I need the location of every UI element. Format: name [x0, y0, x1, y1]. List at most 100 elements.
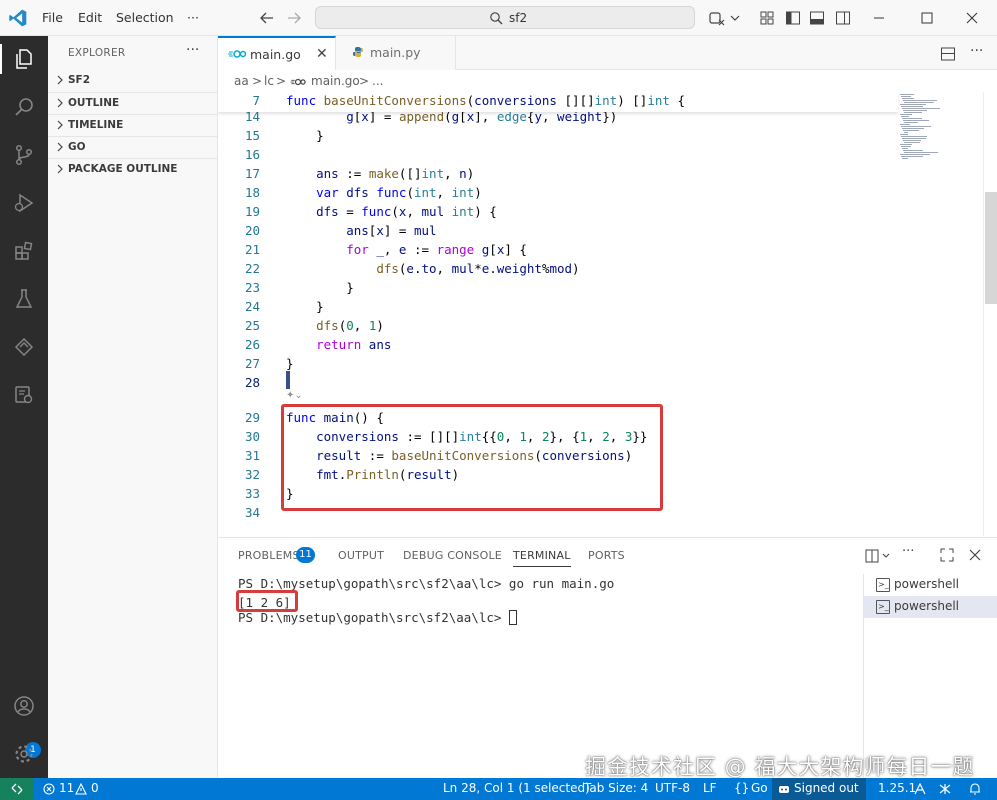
copilot-icon[interactable]	[938, 783, 952, 795]
menu-edit[interactable]: Edit	[78, 10, 102, 25]
editor-more-actions[interactable]: ···	[970, 43, 983, 59]
code-line[interactable]: }	[286, 299, 324, 314]
command-center-search[interactable]: sf2	[315, 6, 695, 29]
sidebar-section-outline[interactable]: OUTLINE	[48, 92, 218, 114]
split-terminal-icon[interactable]	[865, 549, 879, 563]
account-status[interactable]: Signed out	[772, 778, 866, 800]
terminal-list-item[interactable]: >_ powershell	[864, 574, 997, 596]
docker-icon[interactable]	[12, 383, 36, 407]
breadcrumb-separator: >	[252, 74, 263, 88]
sidebar-section-sf2[interactable]: SF2	[48, 70, 218, 92]
code-line[interactable]: ans[x] = mul	[286, 223, 436, 238]
toggle-panel-icon[interactable]	[808, 9, 826, 27]
cursor-position[interactable]: Ln 28, Col 1 (1 selected)	[443, 781, 590, 795]
breadcrumb-item[interactable]: ...	[372, 74, 383, 88]
menu-more[interactable]: ···	[187, 10, 199, 25]
sticky-scroll-header[interactable]: 7 func baseUnitConversions(conversions […	[218, 92, 898, 112]
end-of-line[interactable]: LF	[703, 781, 717, 795]
notifications-bell-icon[interactable]	[968, 782, 982, 796]
panel-more-actions[interactable]: ···	[902, 544, 914, 559]
settings-gear-icon[interactable]	[12, 742, 36, 766]
chevron-right-icon	[57, 120, 63, 130]
menu-file[interactable]: File	[42, 10, 63, 25]
chevron-down-icon[interactable]	[726, 9, 744, 27]
code-line[interactable]: ans := make([]int, n)	[286, 166, 474, 181]
warning-count[interactable]: 0	[91, 781, 99, 795]
scrollbar-thumb[interactable]	[985, 192, 997, 304]
panel-tab-terminal[interactable]: TERMINAL	[513, 549, 571, 567]
forward-arrow-icon[interactable]	[285, 9, 303, 27]
code-line[interactable]: for _, e := range g[x] {	[286, 242, 527, 257]
menu-selection[interactable]: Selection	[116, 10, 174, 25]
extensions-icon[interactable]	[12, 239, 36, 263]
language-braces-icon[interactable]: {}	[734, 781, 749, 795]
remote-indicator[interactable]	[0, 778, 34, 800]
language-mode[interactable]: Go	[751, 781, 768, 795]
go-update-icon[interactable]	[914, 783, 926, 795]
split-editor-icon[interactable]	[940, 46, 956, 62]
editor-vertical-scrollbar[interactable]	[983, 92, 997, 536]
tab-close-icon[interactable]: ✕	[316, 46, 328, 62]
encoding[interactable]: UTF-8	[655, 781, 690, 795]
code-editor[interactable]: 14 g[x] = append(g[x], edge{y, weight}) 1…	[218, 92, 997, 536]
maximize-icon[interactable]	[918, 9, 936, 27]
code-line[interactable]: }	[286, 356, 294, 371]
breadcrumb-item[interactable]: lc	[264, 74, 274, 88]
code-line[interactable]: dfs = func(x, mul int) {	[286, 204, 497, 219]
source-control-icon[interactable]	[12, 143, 36, 167]
terminal-list-item-selected[interactable]: >_ powershell	[864, 596, 997, 618]
sidebar-section-timeline[interactable]: TIMELINE	[48, 114, 218, 136]
remote-explorer-icon[interactable]	[12, 335, 36, 359]
line-number: 15	[244, 128, 260, 143]
panel-tab-output[interactable]: OUTPUT	[338, 549, 384, 562]
code-line[interactable]: dfs(e.to, mul*e.weight%mod)	[286, 261, 579, 276]
panel-tab-problems[interactable]: PROBLEMS	[238, 549, 300, 562]
back-arrow-icon[interactable]	[258, 9, 276, 27]
close-window-icon[interactable]	[963, 9, 981, 27]
close-panel-icon[interactable]	[968, 548, 982, 562]
tab-main-go[interactable]: main.go ✕	[218, 36, 336, 70]
account-icon[interactable]	[12, 694, 36, 718]
code-action-lightbulb-icon[interactable]: ✦⌄	[286, 390, 303, 401]
customize-layout-icon[interactable]	[758, 9, 776, 27]
sidebar-more-actions[interactable]: ···	[186, 42, 199, 58]
sidebar-section-package-outline[interactable]: PACKAGE OUTLINE	[48, 158, 218, 180]
minimap[interactable]	[898, 92, 983, 536]
account-label: Signed out	[794, 781, 859, 795]
code-line[interactable]: var dfs func(int, int)	[286, 185, 482, 200]
warning-icon[interactable]	[75, 783, 87, 795]
copilot-icon[interactable]	[708, 9, 726, 27]
tab-size[interactable]: Tab Size: 4	[584, 781, 648, 795]
testing-flask-icon[interactable]	[12, 287, 36, 311]
code-line[interactable]: }	[286, 128, 324, 143]
code-line[interactable]: }	[286, 280, 354, 295]
breadcrumb-item[interactable]: main.go	[311, 74, 360, 88]
minimap-line	[903, 150, 923, 151]
breadcrumb: aa > lc > main.go > ...	[218, 70, 997, 92]
tab-main-py[interactable]: main.py	[336, 36, 456, 70]
code-line[interactable]: dfs(0, 1)	[286, 318, 384, 333]
section-label: PACKAGE OUTLINE	[68, 163, 178, 175]
minimap-line	[901, 106, 923, 107]
terminal-prompt-line[interactable]: PS D:\mysetup\gopath\src\sf2\aa\lc>	[238, 610, 517, 625]
line-number: 25	[244, 318, 260, 333]
minimap-line	[900, 94, 914, 95]
sidebar-section-go[interactable]: GO	[48, 136, 218, 158]
error-icon[interactable]	[43, 783, 55, 795]
toggle-primary-sidebar-icon[interactable]	[784, 9, 802, 27]
panel-tab-ports[interactable]: PORTS	[588, 549, 625, 562]
minimize-icon[interactable]	[870, 9, 888, 27]
maximize-panel-icon[interactable]	[940, 548, 954, 562]
line-number: 18	[244, 185, 260, 200]
line-number: 32	[244, 467, 260, 482]
run-debug-icon[interactable]	[12, 191, 36, 215]
search-view-icon[interactable]	[12, 95, 36, 119]
go-version[interactable]: 1.25.1	[878, 781, 916, 795]
code-line[interactable]: return ans	[286, 337, 391, 352]
breadcrumb-item[interactable]: aa	[234, 74, 249, 88]
chevron-down-icon[interactable]	[881, 551, 891, 561]
explorer-icon[interactable]	[12, 47, 36, 71]
panel-tab-debug-console[interactable]: DEBUG CONSOLE	[403, 549, 502, 562]
toggle-secondary-sidebar-icon[interactable]	[834, 9, 852, 27]
error-count[interactable]: 11	[59, 781, 74, 795]
